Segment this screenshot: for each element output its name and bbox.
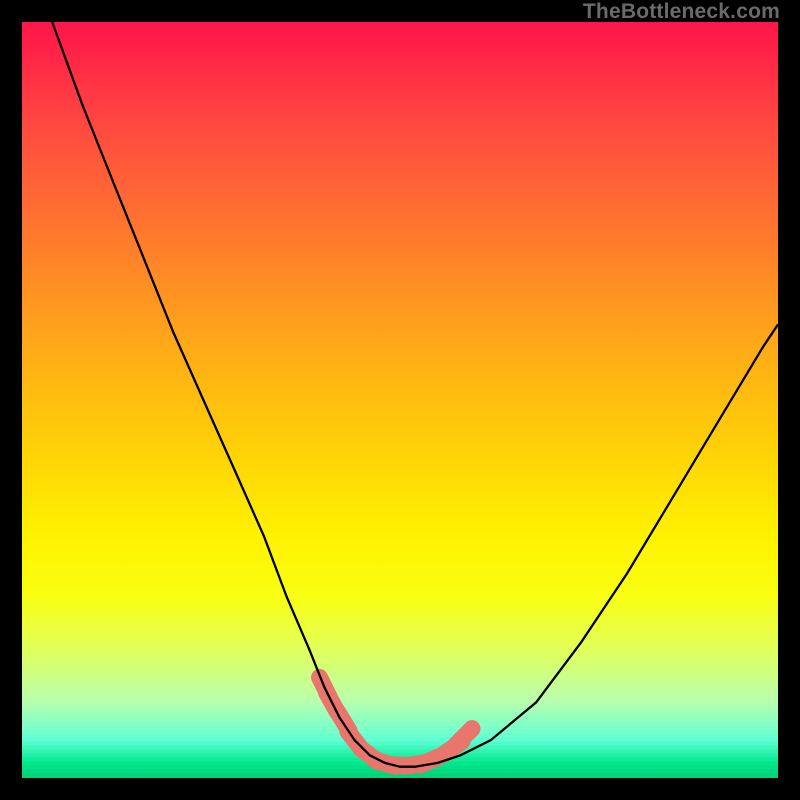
chart-frame: TheBottleneck.com	[0, 0, 800, 800]
curve-marker	[457, 729, 473, 745]
curve-layer	[22, 22, 778, 778]
plot-area	[22, 22, 778, 778]
bottleneck-curve	[52, 22, 778, 767]
watermark-text: TheBottleneck.com	[583, 0, 780, 24]
